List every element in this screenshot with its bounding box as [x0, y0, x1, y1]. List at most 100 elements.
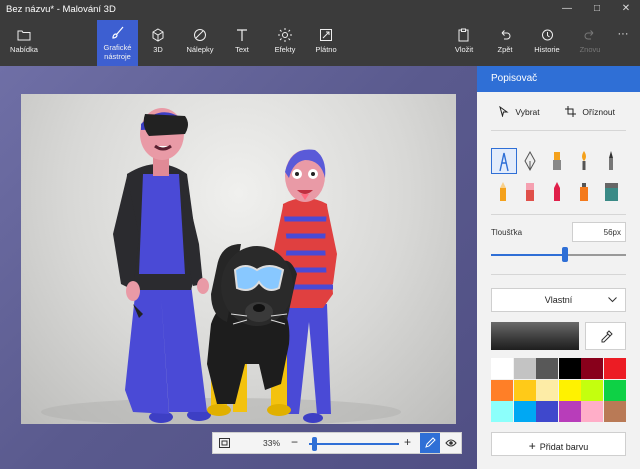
color-swatch[interactable] — [536, 401, 559, 423]
color-swatch[interactable] — [491, 379, 513, 401]
crop-label: Oříznout — [582, 107, 615, 117]
select-label: Vybrat — [515, 107, 540, 117]
color-type-dropdown[interactable]: Vlastní — [491, 288, 626, 312]
crop-icon — [565, 106, 576, 117]
eyedropper-button[interactable] — [585, 322, 626, 350]
select-button[interactable]: Vybrat — [499, 105, 540, 118]
tab-canvas[interactable]: Plátno — [312, 20, 340, 66]
history-icon — [542, 29, 553, 41]
side-panel: Popisovač Vybrat Oříznout Tloušťka 56px — [477, 66, 640, 469]
crayon-icon — [554, 182, 560, 201]
man-figure — [113, 108, 211, 423]
oil-brush-tool-button[interactable] — [545, 148, 571, 174]
tab-brushes-label-1: Grafické — [103, 43, 132, 52]
history-button[interactable]: Historie — [532, 20, 562, 66]
pixel-pen-icon — [609, 151, 613, 170]
undo-label: Zpět — [497, 45, 513, 54]
toolbar: Nabídka Grafické nástroje 3D Nálepky Tex… — [0, 20, 640, 66]
scene-image — [41, 108, 401, 424]
more-icon: ··· — [617, 28, 629, 40]
color-swatch[interactable] — [581, 401, 604, 423]
color-swatch[interactable] — [604, 358, 626, 379]
color-swatch[interactable] — [581, 358, 604, 379]
color-swatch[interactable] — [513, 379, 536, 401]
pen-mode-button[interactable] — [420, 433, 440, 453]
menu-button[interactable]: Nabídka — [4, 20, 44, 66]
add-color-button[interactable]: + Přidat barvu — [491, 432, 626, 456]
tab-text-label: Text — [235, 45, 249, 54]
divider — [491, 274, 626, 275]
tab-stickers[interactable]: Nálepky — [183, 20, 217, 66]
tab-canvas-label: Plátno — [315, 45, 337, 54]
color-swatch[interactable] — [581, 379, 604, 401]
thickness-label: Tloušťka — [491, 228, 523, 237]
marker-icon — [499, 152, 509, 172]
marker-tool-button[interactable] — [491, 148, 517, 174]
calligraphy-pen-tool-button[interactable] — [518, 148, 544, 174]
color-swatch[interactable] — [604, 401, 626, 423]
pixel-pen-tool-button[interactable] — [599, 148, 625, 174]
folder-icon — [17, 30, 31, 41]
spray-can-tool-button[interactable] — [572, 179, 598, 205]
cube-icon — [152, 28, 164, 42]
color-swatch[interactable] — [558, 401, 581, 423]
crayon-tool-button[interactable] — [545, 179, 571, 205]
text-icon — [237, 29, 247, 41]
sun-icon — [278, 28, 292, 42]
tab-brushes-label-2: nástroje — [104, 52, 131, 61]
tab-effects[interactable]: Efekty — [272, 20, 298, 66]
zoom-out-icon[interactable]: − — [291, 435, 298, 449]
tab-3d[interactable]: 3D — [146, 20, 170, 66]
minimize-icon[interactable]: — — [560, 3, 574, 14]
paste-label: Vložit — [454, 45, 474, 54]
color-swatch[interactable] — [604, 379, 626, 401]
zoom-in-icon[interactable]: + — [404, 435, 411, 449]
close-icon[interactable]: ✕ — [619, 3, 633, 14]
color-swatch[interactable] — [536, 358, 559, 379]
fit-screen-icon[interactable] — [219, 438, 230, 448]
more-button[interactable]: ··· — [614, 20, 632, 66]
canvas-resize-icon — [320, 29, 332, 41]
oil-brush-icon — [553, 152, 561, 170]
tab-brushes[interactable]: Grafické nástroje — [97, 20, 138, 66]
thickness-input[interactable]: 56px — [572, 222, 626, 242]
paste-button[interactable]: Vložit — [451, 20, 477, 66]
maximize-icon[interactable]: □ — [590, 3, 604, 14]
pencil-tool-button[interactable] — [491, 179, 517, 205]
redo-button[interactable]: Znovu — [577, 20, 603, 66]
color-swatch[interactable] — [536, 379, 559, 401]
zoom-slider-thumb[interactable] — [312, 437, 318, 451]
thickness-slider-track[interactable] — [491, 254, 626, 256]
spray-can-icon — [580, 183, 588, 201]
watercolor-tool-button[interactable] — [572, 148, 598, 174]
add-color-label: Přidat barvu — [539, 442, 589, 452]
sticker-icon — [194, 29, 206, 41]
brush-icon — [111, 26, 123, 39]
zoom-slider-track[interactable] — [309, 443, 399, 445]
color-swatch[interactable] — [491, 358, 513, 379]
tab-effects-label: Efekty — [274, 45, 296, 54]
zoom-bar: 33% − + — [212, 432, 462, 454]
drawing-canvas[interactable] — [21, 94, 456, 424]
tab-text[interactable]: Text — [230, 20, 254, 66]
thickness-slider-thumb[interactable] — [562, 247, 569, 262]
pencil-icon — [500, 182, 506, 201]
panel-title: Popisovač — [477, 66, 640, 92]
color-swatch[interactable] — [558, 379, 581, 401]
color-swatch[interactable] — [491, 401, 513, 423]
plus-icon: + — [528, 439, 536, 453]
eyedropper-icon — [601, 330, 613, 343]
undo-button[interactable]: Zpět — [494, 20, 516, 66]
fill-tool-button[interactable] — [599, 179, 625, 205]
eye-icon[interactable] — [445, 438, 457, 448]
color-swatch[interactable] — [513, 358, 536, 379]
color-swatch[interactable] — [513, 401, 536, 423]
eraser-icon — [526, 183, 534, 201]
crop-button[interactable]: Oříznout — [565, 106, 615, 117]
calligraphy-pen-icon — [524, 150, 536, 172]
color-swatch[interactable] — [558, 358, 581, 379]
eraser-tool-button[interactable] — [518, 179, 544, 205]
paste-icon — [458, 28, 469, 42]
zoom-percentage: 33% — [263, 438, 281, 448]
divider — [491, 214, 626, 215]
